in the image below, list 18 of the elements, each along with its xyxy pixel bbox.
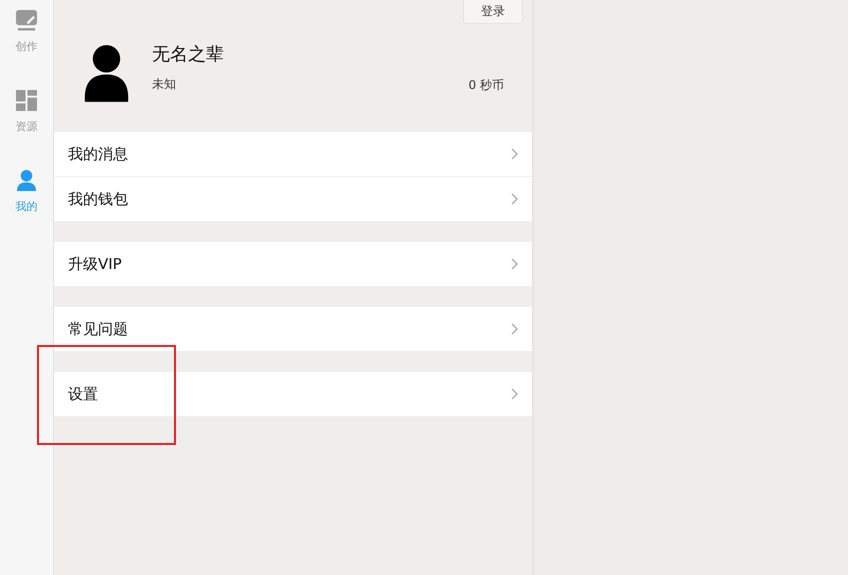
login-button[interactable]: 登录 — [463, 0, 523, 24]
chevron-icon — [511, 323, 518, 335]
user-icon — [16, 170, 37, 191]
menu-item[interactable]: 我的钱包 — [54, 177, 532, 221]
user-status: 未知 — [152, 76, 177, 92]
menu-item[interactable]: 我的消息 — [54, 132, 532, 177]
coin-balance: 0 秒币 — [468, 76, 504, 94]
chevron-icon — [511, 258, 518, 270]
menu-item[interactable]: 升级VIP — [54, 242, 532, 286]
dashboard-icon — [16, 90, 37, 111]
menu-item[interactable]: 设置 — [54, 372, 532, 417]
edit-icon — [16, 10, 37, 31]
avatar-icon — [83, 44, 130, 102]
chevron-icon — [511, 388, 518, 400]
chevron-icon — [511, 148, 518, 160]
username: 无名之辈 — [152, 42, 224, 66]
menu-item[interactable]: 常见问题 — [54, 307, 532, 351]
chevron-icon — [511, 193, 518, 205]
